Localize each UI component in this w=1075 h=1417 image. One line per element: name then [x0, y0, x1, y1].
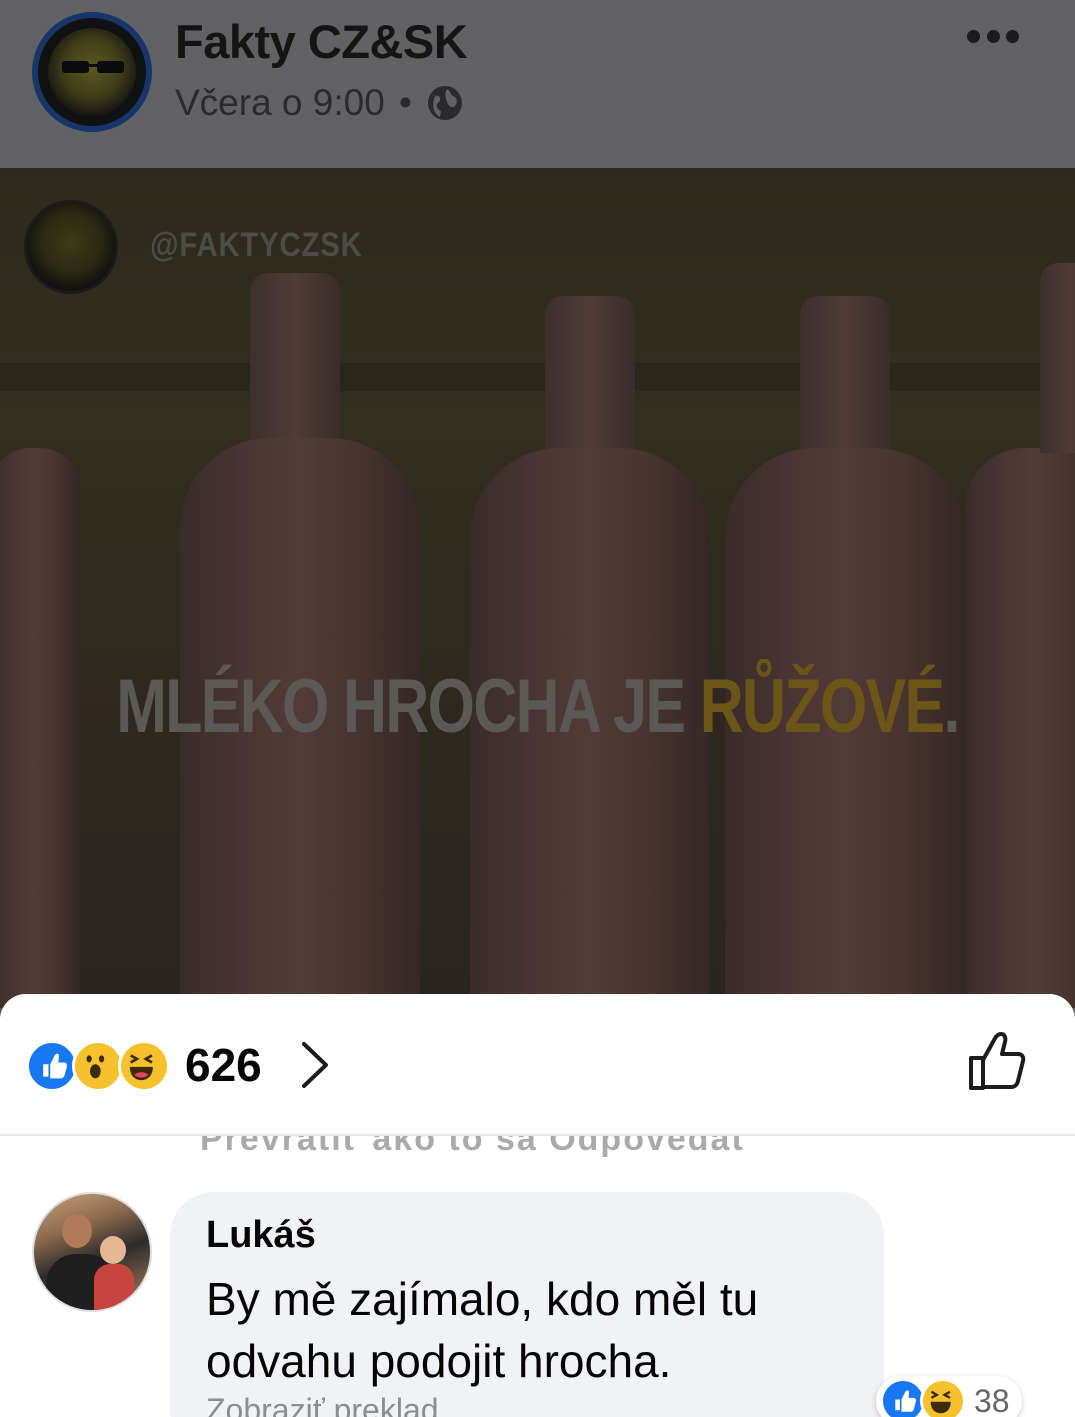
comment-bubble[interactable]: Lukáš By mě zajímalo, kdo měl tu odvahu … — [170, 1192, 884, 1417]
bottle-far-left — [0, 448, 80, 1008]
reactions-summary-row[interactable]: 626 — [0, 994, 1075, 1136]
reaction-count[interactable]: 626 — [185, 1038, 262, 1092]
wow-icon — [72, 1040, 124, 1092]
post-header: Fakty CZ&SK Včera o 9:00 • — [0, 0, 1075, 168]
watermark-handle: @FAKTYCZSK — [150, 226, 363, 264]
translate-link[interactable]: Zobraziť preklad — [206, 1392, 439, 1417]
reaction-icons — [26, 1040, 170, 1092]
commenter-avatar[interactable] — [32, 1192, 152, 1312]
caption-highlight: RŮŽOVÉ — [699, 664, 945, 749]
comment-reaction-count: 38 — [974, 1382, 1010, 1417]
globe-icon — [427, 86, 462, 120]
post-image[interactable]: @FAKTYCZSK MLÉKO HROCHA JE RŮŽOVÉ. — [0, 168, 1075, 1008]
post-meta: Včera o 9:00 • — [175, 82, 464, 124]
image-caption: MLÉKO HROCHA JE RŮŽOVÉ. — [108, 663, 968, 750]
page-avatar[interactable] — [32, 12, 152, 132]
chevron-right-icon[interactable] — [298, 1040, 332, 1090]
page-name[interactable]: Fakty CZ&SK — [175, 14, 468, 69]
bottle-neck-3 — [800, 296, 890, 466]
comment-author[interactable]: Lukáš — [206, 1214, 316, 1257]
wall-ledge — [0, 363, 1075, 391]
post-timestamp[interactable]: Včera o 9:00 — [175, 82, 385, 124]
haha-icon — [920, 1378, 966, 1417]
bottle-far-right — [965, 448, 1075, 1008]
comment-reactions-badge[interactable]: 38 — [876, 1376, 1022, 1417]
like-icon — [880, 1378, 926, 1417]
reactions-sheet: Prevrátiť ako to sa Odpovedať 626 Lukáš … — [0, 994, 1075, 1417]
bottle-neck-1 — [250, 273, 340, 453]
sunglasses-icon — [62, 61, 124, 73]
thumbs-up-outline-icon[interactable] — [967, 1030, 1029, 1092]
more-dots-icon[interactable] — [967, 28, 1019, 44]
watermark-logo — [24, 200, 118, 294]
comment-text: By mě zajímalo, kdo měl tu odvahu podoji… — [206, 1273, 759, 1387]
bottle-neck-4 — [1040, 263, 1075, 453]
caption-end: . — [943, 664, 961, 749]
haha-icon — [118, 1040, 170, 1092]
meta-separator: • — [398, 82, 412, 123]
like-icon — [26, 1040, 78, 1092]
bottle-neck-2 — [545, 296, 635, 466]
caption-main: MLÉKO HROCHA JE — [116, 664, 700, 749]
